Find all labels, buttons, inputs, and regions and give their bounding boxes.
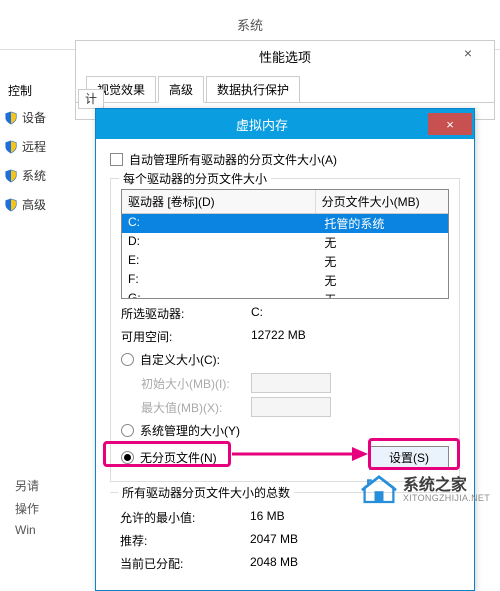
- set-button[interactable]: 设置(S): [369, 446, 449, 470]
- watermark: 系统之家 XITONGZHIJIA.NET: [361, 475, 490, 505]
- control-panel-sidebar: 控制 设备 远程 系统 高级: [0, 70, 80, 553]
- group-label: 所有驱动器分页文件大小的总数: [118, 484, 294, 501]
- current-allocated-row: 当前已分配: 2048 MB: [120, 555, 450, 572]
- drive-row[interactable]: F:无: [122, 271, 448, 290]
- free-space-row: 可用空间: 12722 MB: [121, 328, 449, 345]
- sidebar-item[interactable]: 远程: [0, 132, 80, 161]
- radio-icon[interactable]: [121, 424, 134, 437]
- sidebar-item[interactable]: 设备: [0, 103, 80, 132]
- checkbox-icon[interactable]: [110, 153, 123, 166]
- min-allowed-row: 允许的最小值: 16 MB: [120, 509, 450, 526]
- drive-list[interactable]: 驱动器 [卷标](D) 分页文件大小(MB) C:托管的系统 D:无 E:无 F…: [121, 189, 449, 299]
- drive-row[interactable]: E:无: [122, 252, 448, 271]
- initial-size-input: [251, 373, 331, 393]
- recommended-row: 推荐: 2047 MB: [120, 532, 450, 549]
- auto-manage-checkbox-row[interactable]: 自动管理所有驱动器的分页文件大小(A): [110, 151, 460, 168]
- sidebar-item[interactable]: 系统: [0, 161, 80, 190]
- max-size-input: [251, 397, 331, 417]
- auto-manage-label: 自动管理所有驱动器的分页文件大小(A): [129, 151, 337, 168]
- perf-title: 性能选项: [76, 41, 494, 72]
- vm-titlebar[interactable]: 虚拟内存 ×: [96, 109, 474, 139]
- drive-row[interactable]: C:托管的系统: [122, 214, 448, 233]
- perf-tabs: 视觉效果 高级 数据执行保护: [76, 76, 494, 103]
- tab-advanced[interactable]: 高级: [158, 76, 204, 103]
- virtual-memory-dialog: 虚拟内存 × 自动管理所有驱动器的分页文件大小(A) 每个驱动器的分页文件大小 …: [95, 108, 475, 591]
- drive-row[interactable]: D:无: [122, 233, 448, 252]
- per-drive-group: 每个驱动器的分页文件大小 驱动器 [卷标](D) 分页文件大小(MB) C:托管…: [110, 178, 460, 482]
- house-icon: [361, 475, 397, 505]
- vm-title-text: 虚拟内存: [96, 115, 428, 134]
- close-button[interactable]: ×: [428, 113, 472, 135]
- watermark-title: 系统之家: [403, 478, 490, 494]
- sidebar-footer: 另请 操作 Win: [15, 471, 39, 543]
- shield-icon: [4, 111, 18, 125]
- sidebar-item[interactable]: 高级: [0, 190, 80, 219]
- inner-tab-fragment: 计: [78, 90, 106, 107]
- radio-no-paging-file[interactable]: 无分页文件(N): [121, 449, 217, 466]
- close-button[interactable]: ×: [448, 45, 488, 65]
- selected-drive-row: 所选驱动器: C:: [121, 305, 449, 322]
- initial-size-row: 初始大小(MB)(I):: [141, 373, 449, 393]
- radio-custom-size[interactable]: 自定义大小(C):: [121, 351, 449, 368]
- radio-icon[interactable]: [121, 353, 134, 366]
- tab-dep[interactable]: 数据执行保护: [206, 76, 300, 102]
- sidebar-header: 控制: [0, 78, 80, 103]
- radio-system-managed[interactable]: 系统管理的大小(Y): [121, 422, 449, 439]
- radio-icon[interactable]: [121, 451, 134, 464]
- max-size-row: 最大值(MB)(X):: [141, 397, 449, 417]
- watermark-subtitle: XITONGZHIJIA.NET: [403, 494, 490, 503]
- shield-icon: [4, 169, 18, 183]
- group-label: 每个驱动器的分页文件大小: [119, 170, 271, 187]
- shield-icon: [4, 140, 18, 154]
- shield-icon: [4, 198, 18, 212]
- drive-list-header: 驱动器 [卷标](D) 分页文件大小(MB): [122, 190, 448, 214]
- drive-row[interactable]: G:无: [122, 290, 448, 299]
